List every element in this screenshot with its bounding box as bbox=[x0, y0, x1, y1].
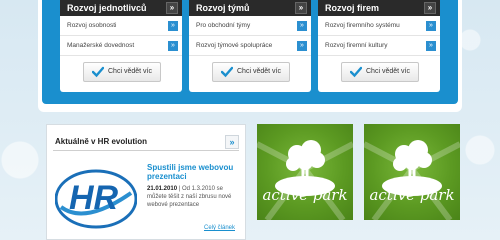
banner-label: active park bbox=[262, 186, 347, 204]
check-icon bbox=[92, 66, 104, 78]
learn-more-label: Chci vědět víc bbox=[237, 68, 281, 75]
article-summary: 21.01.2010 | Od 1.3.2010 se můžete těšit… bbox=[147, 185, 243, 209]
card-header[interactable]: Rozvoj týmů » bbox=[189, 0, 311, 16]
chevron-right-icon[interactable]: » bbox=[225, 135, 239, 149]
date-separator: | bbox=[178, 186, 181, 192]
check-icon bbox=[221, 66, 233, 78]
read-more-link[interactable]: Celý článek bbox=[204, 225, 235, 231]
card-link-label: Manažerské dovednost bbox=[67, 42, 135, 49]
chevron-right-icon[interactable]: » bbox=[166, 2, 178, 14]
card-link[interactable]: Rozvoj firemního systému » bbox=[318, 16, 440, 36]
card-link-label: Rozvoj týmové spolupráce bbox=[196, 42, 273, 49]
card-header[interactable]: Rozvoj jednotlivců » bbox=[60, 0, 182, 16]
card-link-label: Rozvoj firemní kultury bbox=[325, 42, 388, 49]
chevron-right-icon[interactable]: » bbox=[426, 41, 436, 51]
card-link[interactable]: Rozvoj osobnosti » bbox=[60, 16, 182, 36]
service-card-companies: Rozvoj firem » Rozvoj firemního systému … bbox=[318, 0, 440, 92]
card-title: Rozvoj jednotlivců bbox=[67, 3, 147, 13]
news-header[interactable]: Aktuálně v HR evolution » bbox=[53, 133, 239, 151]
active-park-banner[interactable]: active park bbox=[257, 124, 353, 220]
news-heading: Aktuálně v HR evolution bbox=[55, 137, 148, 146]
card-link[interactable]: Manažerské dovednost » bbox=[60, 36, 182, 56]
chevron-right-icon[interactable]: » bbox=[297, 41, 307, 51]
learn-more-button[interactable]: Chci vědět víc bbox=[212, 62, 290, 82]
card-link-label: Pro obchodní týmy bbox=[196, 22, 251, 29]
card-header[interactable]: Rozvoj firem » bbox=[318, 0, 440, 16]
card-link[interactable]: Rozvoj týmové spolupráce » bbox=[189, 36, 311, 56]
chevron-right-icon[interactable]: » bbox=[168, 21, 178, 31]
banner-label: active park bbox=[369, 186, 454, 204]
service-card-individuals: Rozvoj jednotlivců » Rozvoj osobnosti » … bbox=[60, 0, 182, 92]
learn-more-button[interactable]: Chci vědět víc bbox=[83, 62, 161, 82]
check-icon bbox=[350, 66, 362, 78]
card-link[interactable]: Rozvoj firemní kultury » bbox=[318, 36, 440, 56]
card-title: Rozvoj firem bbox=[325, 3, 380, 13]
logo-text: HR bbox=[69, 179, 119, 217]
news-box: Aktuálně v HR evolution » HR Spustili js… bbox=[46, 124, 246, 240]
learn-more-label: Chci vědět víc bbox=[366, 68, 410, 75]
card-title: Rozvoj týmů bbox=[196, 3, 250, 13]
learn-more-button[interactable]: Chci vědět víc bbox=[341, 62, 419, 82]
service-card-teams: Rozvoj týmů » Pro obchodní týmy » Rozvoj… bbox=[189, 0, 311, 92]
chevron-right-icon[interactable]: » bbox=[426, 21, 436, 31]
chevron-right-icon[interactable]: » bbox=[424, 2, 436, 14]
card-link-label: Rozvoj firemního systému bbox=[325, 22, 400, 29]
tree-logo-icon: active park bbox=[364, 140, 460, 220]
article-title[interactable]: Spustili jsme webovou prezentaci bbox=[147, 163, 243, 181]
chevron-right-icon[interactable]: » bbox=[297, 21, 307, 31]
services-panel: Rozvoj jednotlivců » Rozvoj osobnosti » … bbox=[42, 0, 458, 104]
hr-evolution-logo[interactable]: HR bbox=[55, 163, 137, 231]
card-link[interactable]: Pro obchodní týmy » bbox=[189, 16, 311, 36]
chevron-right-icon[interactable]: » bbox=[168, 41, 178, 51]
chevron-right-icon[interactable]: » bbox=[295, 2, 307, 14]
learn-more-label: Chci vědět víc bbox=[108, 68, 152, 75]
article-date: 21.01.2010 bbox=[147, 186, 178, 192]
active-park-banner[interactable]: active park bbox=[364, 124, 460, 220]
tree-logo-icon: active park bbox=[257, 140, 353, 220]
card-link-label: Rozvoj osobnosti bbox=[67, 22, 117, 29]
